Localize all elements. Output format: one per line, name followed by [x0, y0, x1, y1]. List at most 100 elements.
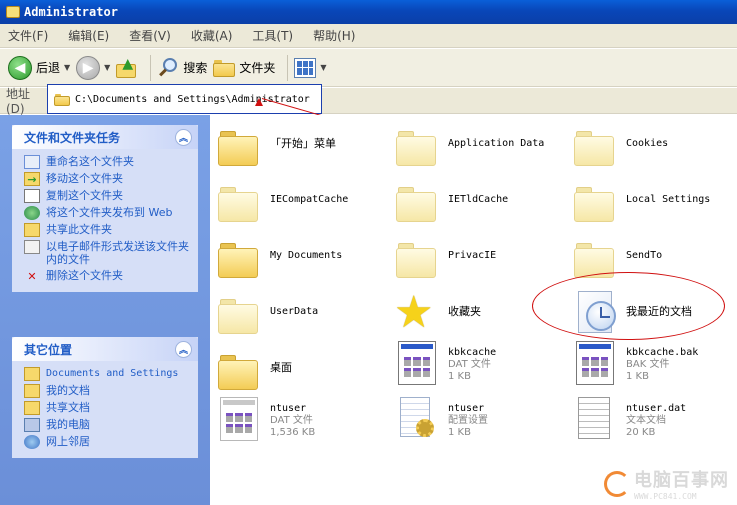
place-my-computer[interactable]: 我的电脑 [24, 418, 192, 432]
file-item-cookies[interactable]: Cookies [574, 123, 737, 167]
email-icon [24, 240, 40, 254]
task-share[interactable]: 共享此文件夹 [24, 223, 192, 237]
dat-file-icon [218, 397, 264, 441]
file-item-local-settings[interactable]: Local Settings [574, 179, 737, 223]
folder-icon [574, 179, 620, 223]
address-input[interactable]: C:\Documents and Settings\Administrator [47, 84, 322, 114]
views-dropdown-icon[interactable]: ▼ [320, 63, 326, 72]
up-button[interactable]: ▲ [116, 53, 138, 83]
forward-arrow-icon: ▶ [76, 55, 101, 80]
task-pane: 文件和文件夹任务 ︽ 重命名这个文件夹 → 移动这个文件夹 复制这个文件夹 将这个… [0, 115, 210, 505]
folder-icon [218, 291, 264, 335]
my-documents-icon [24, 384, 40, 398]
folder-up-icon: ▲ [116, 56, 138, 78]
annotation-circle [532, 272, 725, 340]
shared-documents-icon [24, 401, 40, 415]
forward-button[interactable]: ▶ ▼ [76, 53, 110, 83]
bak-file-icon [574, 341, 620, 385]
window-title: Administrator [24, 5, 118, 19]
search-label: 搜索 [183, 61, 208, 75]
address-folder-icon [54, 93, 70, 106]
file-tasks-header[interactable]: 文件和文件夹任务 ︽ [12, 125, 198, 149]
folder-icon [218, 235, 264, 279]
menu-bar: 文件(F) 编辑(E) 查看(V) 收藏(A) 工具(T) 帮助(H) [0, 24, 737, 48]
task-rename[interactable]: 重命名这个文件夹 [24, 155, 192, 169]
place-my-documents[interactable]: 我的文档 [24, 384, 192, 398]
file-item-start-menu[interactable]: 「开始」菜单 [218, 123, 388, 167]
toolbar-separator [150, 54, 152, 81]
place-documents-and-settings[interactable]: Documents and Settings [24, 367, 192, 381]
file-item-ntuser-ini[interactable]: ntuser 配置设置 1 KB [396, 397, 566, 441]
file-item-my-documents[interactable]: My Documents [218, 235, 388, 279]
views-button[interactable]: ▼ [294, 53, 327, 83]
favorites-star-icon: ★ [394, 287, 434, 338]
file-list: 「开始」菜单 Application Data Cookies IECompat… [210, 115, 737, 505]
file-item-kbkcache-bak[interactable]: kbkcache.bak BAK 文件 1 KB [574, 341, 737, 385]
folder-icon [574, 123, 620, 167]
config-file-icon [396, 397, 442, 441]
file-item-iecompatcache[interactable]: IECompatCache [218, 179, 388, 223]
file-item-ietldcache[interactable]: IETldCache [396, 179, 566, 223]
folder-icon [396, 235, 442, 279]
watermark-sub: WWW.PC841.COM [634, 492, 697, 501]
folder-icon [24, 367, 40, 381]
search-icon [157, 57, 179, 79]
watermark: 电脑百事网 WWW.PC841.COM [604, 466, 729, 501]
menu-favorites[interactable]: 收藏(A) [191, 27, 233, 44]
rename-icon [24, 155, 40, 169]
text-file-icon [574, 397, 620, 441]
folder-icon [396, 179, 442, 223]
other-places-title: 其它位置 [24, 342, 73, 357]
back-dropdown-icon[interactable]: ▼ [64, 63, 70, 72]
copy-icon [24, 189, 40, 203]
toolbar: ◀ 后退 ▼ ▶ ▼ ▲ 搜索 文件夹 ▼ [0, 49, 737, 87]
collapse-chevron-icon[interactable]: ︽ [175, 128, 192, 146]
folder-icon [218, 179, 264, 223]
move-icon: → [24, 172, 40, 186]
delete-icon: ✕ [27, 269, 37, 283]
views-icon [294, 57, 317, 78]
forward-dropdown-icon[interactable]: ▼ [104, 63, 110, 72]
task-copy[interactable]: 复制这个文件夹 [24, 189, 192, 203]
menu-view[interactable]: 查看(V) [129, 27, 171, 44]
other-places-header[interactable]: 其它位置 ︽ [12, 337, 198, 361]
task-delete[interactable]: ✕ 删除这个文件夹 [24, 269, 192, 283]
dat-file-icon [396, 341, 442, 385]
task-move[interactable]: → 移动这个文件夹 [24, 172, 192, 186]
folders-label: 文件夹 [239, 61, 276, 75]
place-shared-documents[interactable]: 共享文档 [24, 401, 192, 415]
search-button[interactable]: 搜索 [157, 53, 207, 83]
folder-icon [218, 123, 264, 167]
network-icon [24, 435, 40, 449]
file-tasks-title: 文件和文件夹任务 [24, 130, 121, 145]
watermark-logo-icon [604, 470, 630, 497]
back-button[interactable]: ◀ 后退 ▼ [8, 53, 70, 83]
collapse-chevron-icon[interactable]: ︽ [175, 340, 192, 358]
menu-file[interactable]: 文件(F) [8, 27, 48, 44]
my-computer-icon [24, 418, 40, 432]
file-item-kbkcache[interactable]: kbkcache DAT 文件 1 KB [396, 341, 566, 385]
menu-tools[interactable]: 工具(T) [252, 27, 293, 44]
file-item-application-data[interactable]: Application Data [396, 123, 566, 167]
folders-icon [213, 59, 236, 77]
file-item-ntuser-dat-txt[interactable]: ntuser.dat 文本文档 20 KB [574, 397, 737, 441]
share-icon [24, 223, 40, 237]
publish-web-icon [24, 206, 40, 220]
file-item-userdata[interactable]: UserData [218, 291, 388, 335]
task-email[interactable]: 以电子邮件形式发送该文件夹内的文件 [24, 240, 192, 266]
title-bar[interactable]: Administrator [0, 0, 737, 24]
place-network[interactable]: 网上邻居 [24, 435, 192, 449]
file-item-desktop[interactable]: 桌面 [218, 347, 388, 391]
back-arrow-icon: ◀ [8, 55, 32, 80]
file-item-ntuser-dat[interactable]: ntuser DAT 文件 1,536 KB [218, 397, 388, 441]
file-item-privacie[interactable]: PrivacIE [396, 235, 566, 279]
menu-help[interactable]: 帮助(H) [313, 27, 355, 44]
folders-button[interactable]: 文件夹 [213, 53, 275, 83]
task-publish-web[interactable]: 将这个文件夹发布到 Web [24, 206, 192, 220]
toolbar-separator [287, 54, 289, 81]
address-label: 地址(D) [6, 87, 31, 116]
menu-edit[interactable]: 编辑(E) [68, 27, 109, 44]
folder-window-icon [6, 6, 20, 18]
watermark-main: 电脑百事网 [634, 470, 729, 491]
back-label: 后退 [36, 61, 61, 75]
